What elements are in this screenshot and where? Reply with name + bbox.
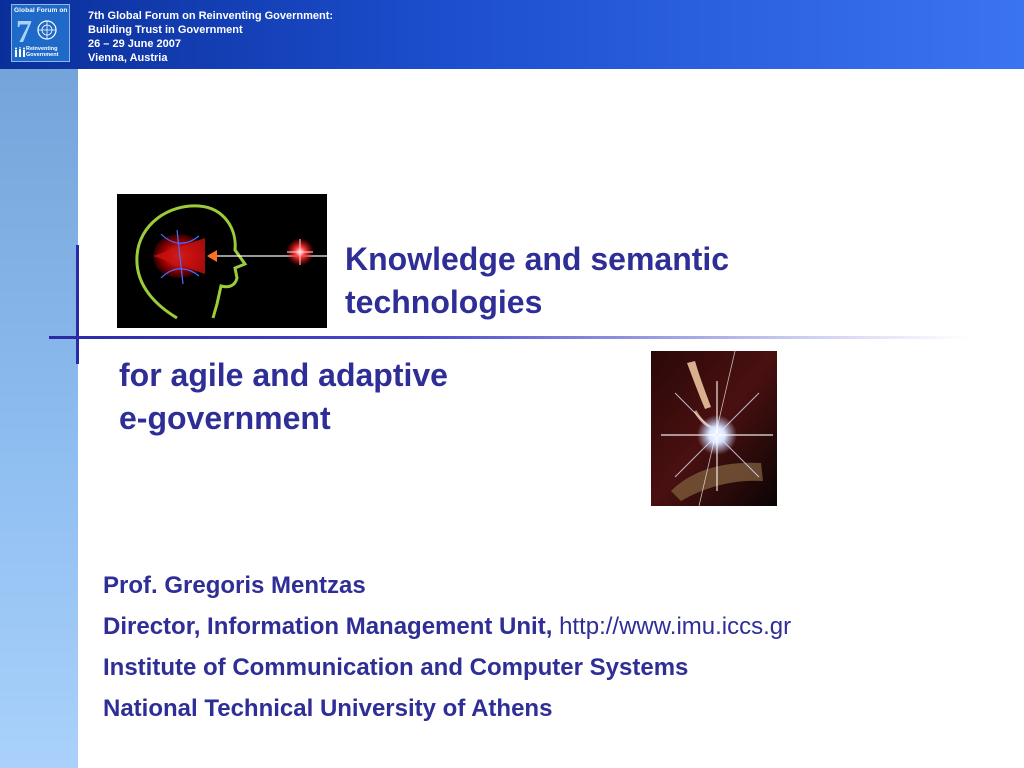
un-globe-icon (37, 20, 57, 40)
conference-info: 7th Global Forum on Reinventing Governme… (88, 9, 333, 65)
global-forum-logo: Global Forum on 7 Reinventing Government (11, 4, 70, 62)
author-name: Prof. Gregoris Mentzas (103, 572, 366, 599)
head-laser-image (117, 194, 327, 328)
decorative-horizontal-rule (49, 336, 969, 339)
author-role-line: Director, Information Management Unit, h… (103, 606, 983, 647)
hand-light-burst-photo-icon (651, 351, 777, 506)
logo-subtitle: Reinventing Government (26, 46, 58, 58)
slide-subtitle-line1: for agile and adaptive (119, 357, 448, 393)
slide-subtitle-line2: e-government (119, 400, 331, 436)
hand-light-image (651, 351, 777, 506)
author-block: Prof. Gregoris Mentzas Director, Informa… (103, 565, 983, 729)
conference-theme: Building Trust in Government (88, 24, 243, 36)
people-icon (15, 47, 25, 57)
conference-title: 7th Global Forum on Reinventing Governme… (88, 10, 334, 22)
decorative-vertical-rule (76, 245, 79, 364)
logo-numeral: 7 (16, 13, 32, 49)
author-role: Director, Information Management Unit, (103, 613, 553, 640)
left-sidebar-band (0, 0, 78, 768)
conference-location: Vienna, Austria (88, 52, 168, 64)
author-institute: Institute of Communication and Computer … (103, 654, 689, 681)
slide-title-line1: Knowledge and semantic (345, 241, 730, 277)
imu-website-link[interactable]: http://www.imu.iccs.gr (559, 613, 791, 640)
header-banner: Global Forum on 7 Reinventing Government… (0, 0, 1024, 69)
logo-sub-line2: Government (26, 52, 59, 58)
slide-title-line2: technologies (345, 284, 543, 320)
slide-subtitle: for agile and adaptive e-government (119, 354, 599, 440)
head-laser-illustration-icon (117, 194, 327, 328)
slide-title: Knowledge and semantic technologies (345, 238, 865, 324)
conference-dates: 26 – 29 June 2007 (88, 38, 181, 50)
author-university: National Technical University of Athens (103, 695, 553, 722)
